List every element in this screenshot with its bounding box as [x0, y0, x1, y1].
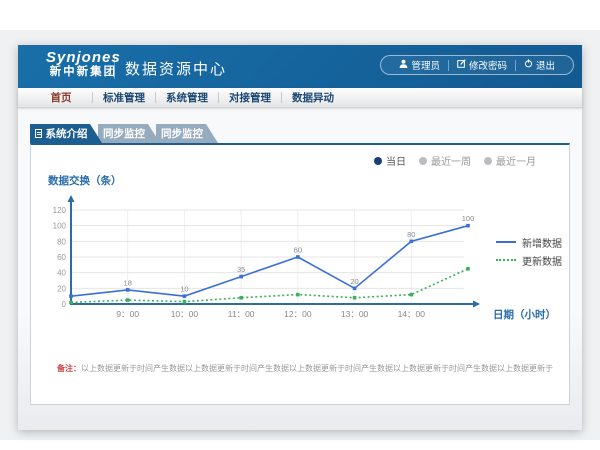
svg-text:13：00: 13：00	[341, 309, 369, 319]
tab-label: 系统介绍	[46, 126, 88, 141]
change-password-button[interactable]: 修改密码	[449, 58, 515, 72]
svg-text:14：00: 14：00	[398, 309, 426, 319]
svg-text:20: 20	[350, 277, 358, 286]
content-panel: 系统介绍 同步监控 同步监控 当日 最近一周	[30, 124, 570, 405]
main-nav: 首页 标准管理 系统管理 对接管理 数据异动	[18, 88, 582, 108]
legend-item-updated-data[interactable]: 更新数据	[496, 251, 562, 269]
logout-button[interactable]: 退出	[516, 58, 563, 72]
radio-icon	[484, 157, 492, 165]
chart-panel: 当日 最近一周 最近一月 数据交换（条） 0 20 40 60 80 100 120 9：00…	[30, 143, 570, 405]
y-axis-title: 数据交换（条）	[48, 173, 122, 188]
change-password-label: 修改密码	[469, 58, 507, 72]
power-icon	[524, 59, 533, 71]
svg-text:9：00: 9：00	[116, 309, 139, 319]
footnote: 备注：以上数据更新于时间产生数据以上数据更新于时间产生数据以上数据更新于时间产生…	[57, 363, 562, 374]
date-range-filter: 当日 最近一周 最近一月	[374, 153, 536, 168]
svg-text:35: 35	[237, 265, 245, 274]
edit-icon	[457, 59, 466, 71]
x-axis-title: 日期（小时）	[493, 307, 556, 322]
svg-text:20: 20	[57, 284, 66, 293]
header-divider	[114, 54, 115, 79]
svg-text:40: 40	[57, 269, 66, 278]
range-label: 最近一周	[431, 153, 471, 168]
svg-text:0: 0	[62, 300, 67, 309]
username-label: 管理员	[411, 58, 440, 72]
svg-text:60: 60	[294, 246, 302, 255]
nav-item-system-mgmt[interactable]: 系统管理	[156, 90, 218, 105]
range-option-last-month[interactable]: 最近一月	[484, 153, 536, 168]
app-header: Synjones 新中新集团 数据资源中心 管理员 修改密码	[18, 45, 582, 88]
svg-text:80: 80	[57, 237, 66, 246]
logo-wordmark: Synjones	[46, 49, 121, 66]
line-chart: 0 20 40 60 80 100 120 9：00 10：00 11：00 12：00 13：00 1…	[51, 187, 481, 322]
legend-label: 新增数据	[522, 235, 562, 250]
current-user[interactable]: 管理员	[391, 58, 448, 72]
range-label: 当日	[386, 153, 406, 168]
logout-label: 退出	[536, 58, 555, 72]
svg-text:18: 18	[124, 278, 132, 287]
tab-sync-monitor-2[interactable]: 同步监控	[156, 124, 218, 143]
legend-label: 更新数据	[522, 253, 562, 268]
user-menu: 管理员 修改密码 退出	[380, 55, 574, 75]
chart-legend: 新增数据 更新数据	[496, 233, 562, 269]
tab-bar: 系统介绍 同步监控 同步监控	[30, 124, 570, 143]
svg-text:100: 100	[462, 214, 475, 223]
dotted-line-icon	[496, 259, 516, 261]
nav-item-home[interactable]: 首页	[30, 90, 92, 105]
tab-sync-monitor-1[interactable]: 同步监控	[98, 124, 160, 143]
footnote-label: 备注：	[57, 364, 81, 373]
tab-label: 同步监控	[103, 126, 145, 141]
nav-item-interface-mgmt[interactable]: 对接管理	[219, 90, 281, 105]
page-card: Synjones 新中新集团 数据资源中心 管理员 修改密码	[18, 45, 582, 430]
svg-text:120: 120	[53, 206, 67, 215]
svg-text:10: 10	[180, 285, 188, 294]
logo-company-name: 新中新集团	[46, 66, 121, 79]
svg-text:12：00: 12：00	[284, 309, 312, 319]
radio-selected-icon	[374, 157, 382, 165]
solid-line-icon	[496, 241, 516, 243]
user-icon	[399, 59, 408, 71]
nav-item-data-change[interactable]: 数据异动	[282, 90, 344, 105]
company-logo: Synjones 新中新集团	[46, 49, 121, 79]
document-icon	[35, 129, 42, 138]
page-title: 数据资源中心	[125, 58, 227, 79]
svg-text:11：00: 11：00	[228, 309, 255, 319]
svg-text:80: 80	[407, 230, 415, 239]
range-option-today[interactable]: 当日	[374, 153, 406, 168]
legend-item-new-data[interactable]: 新增数据	[496, 233, 562, 251]
svg-text:60: 60	[57, 253, 66, 262]
nav-item-standard-mgmt[interactable]: 标准管理	[93, 90, 155, 105]
radio-icon	[419, 157, 427, 165]
range-label: 最近一月	[496, 153, 536, 168]
range-option-last-week[interactable]: 最近一周	[419, 153, 471, 168]
tab-system-intro[interactable]: 系统介绍	[30, 124, 102, 143]
tab-label: 同步监控	[161, 126, 203, 141]
svg-text:10：00: 10：00	[171, 309, 199, 319]
footnote-text: 以上数据更新于时间产生数据以上数据更新于时间产生数据以上数据更新于时间产生数据以…	[81, 364, 553, 373]
svg-text:100: 100	[53, 222, 67, 231]
